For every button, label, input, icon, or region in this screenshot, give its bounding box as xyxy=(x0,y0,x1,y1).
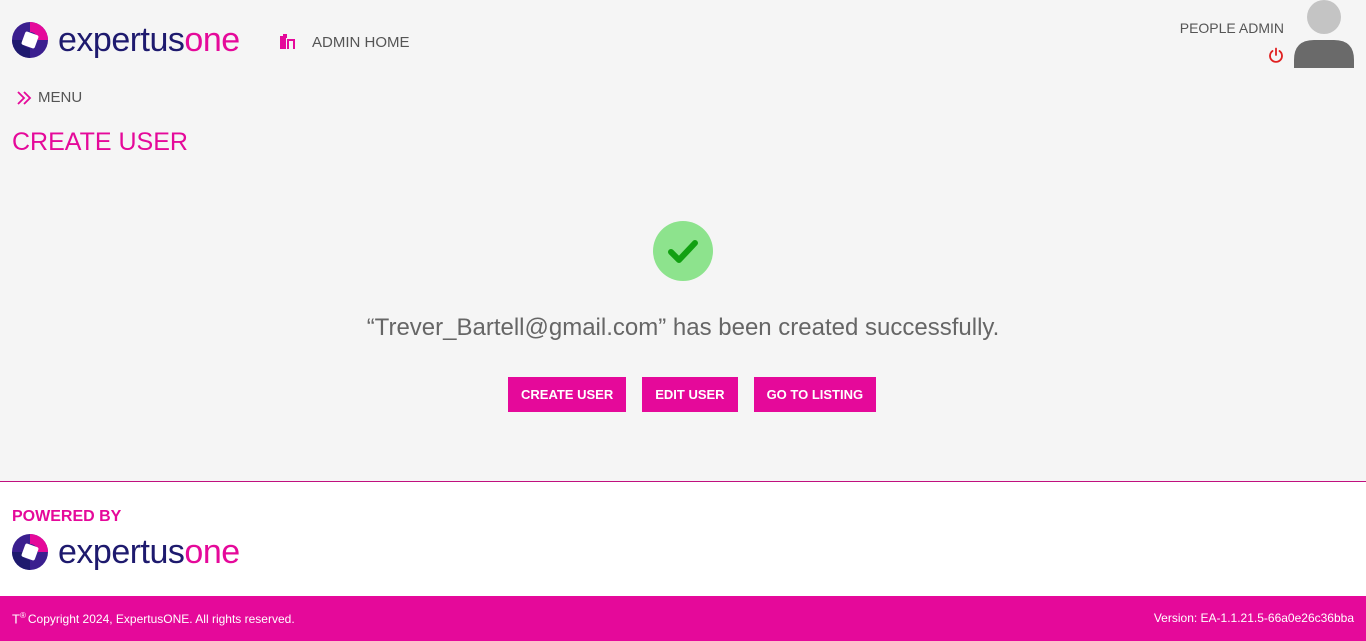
version-label: Version: EA-1.1.21.5-66a0e26c36bba xyxy=(1153,611,1354,625)
powered-by-label: POWERED BY xyxy=(12,508,122,525)
go-to-listing-button[interactable]: GO TO LISTING xyxy=(753,377,877,412)
user-role-label: PEOPLE ADMIN xyxy=(1179,20,1284,36)
avatar-icon[interactable] xyxy=(1294,0,1354,68)
menu-label: MENU xyxy=(38,89,83,106)
trademark-icon: T® xyxy=(12,611,26,626)
double-chevron-right-icon xyxy=(17,90,32,105)
powered-by-section: POWERED BY expertusone xyxy=(0,482,1366,596)
brand-logo-mark-icon xyxy=(12,22,48,58)
brand-logo[interactable]: expertusone xyxy=(12,22,240,58)
trademark-letter: T xyxy=(12,611,20,627)
success-message: “Trever_Bartell@gmail.com” has been crea… xyxy=(366,314,1000,341)
check-circle-icon xyxy=(653,221,713,281)
brand-name-part2: one xyxy=(184,21,240,59)
create-user-button[interactable]: CREATE USER xyxy=(508,377,627,412)
trademark-registered: ® xyxy=(19,611,26,620)
footer-brand-wordmark: expertusone xyxy=(58,534,240,570)
brand-name-part1: expertus xyxy=(58,21,185,59)
brand-name-part1: expertus xyxy=(58,533,185,571)
header: expertusone ADMIN HOME PEOPLE ADMIN xyxy=(0,0,1366,80)
power-icon[interactable] xyxy=(1268,47,1284,63)
brand-wordmark: expertusone xyxy=(58,22,240,58)
footer-brand-logo: expertusone xyxy=(12,534,240,570)
action-buttons: CREATE USER EDIT USER GO TO LISTING xyxy=(508,377,877,412)
edit-user-button[interactable]: EDIT USER xyxy=(642,377,738,412)
home-icon[interactable] xyxy=(278,34,296,50)
admin-home-link[interactable]: ADMIN HOME xyxy=(312,34,410,51)
brand-logo-mark-icon xyxy=(12,534,48,570)
menu-toggle[interactable]: MENU xyxy=(17,89,82,106)
page-title: CREATE USER xyxy=(12,128,188,156)
copyright: T® Copyright 2024, ExpertusONE. All righ… xyxy=(12,611,295,626)
footer-bar: T® Copyright 2024, ExpertusONE. All righ… xyxy=(0,596,1366,641)
brand-name-part2: one xyxy=(184,533,240,571)
copyright-text: Copyright 2024, ExpertusONE. All rights … xyxy=(27,612,295,627)
